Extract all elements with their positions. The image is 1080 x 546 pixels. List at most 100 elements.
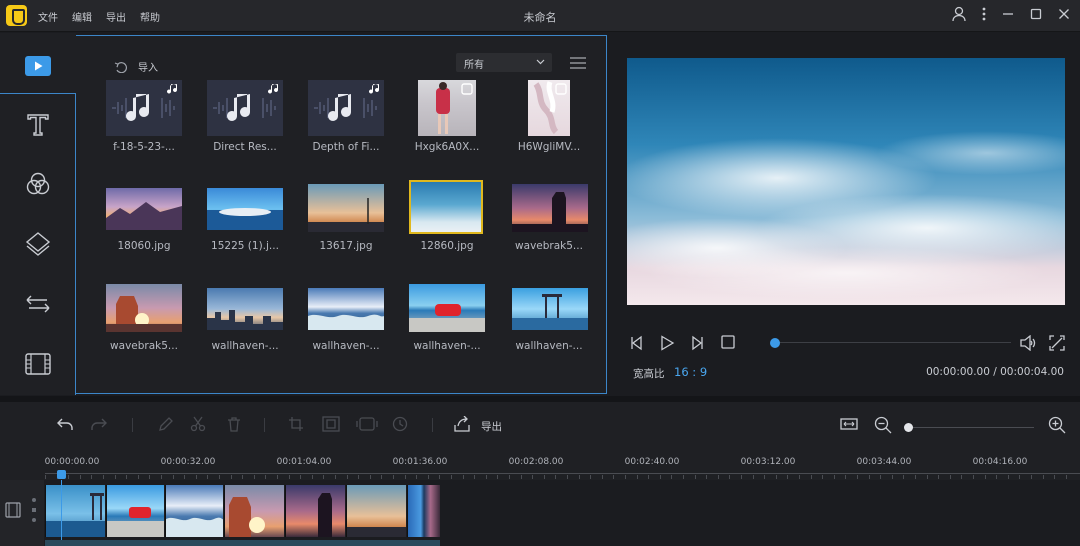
ruler-tick xyxy=(532,475,533,479)
ruler-tick xyxy=(729,475,730,479)
timeline-clip[interactable] xyxy=(165,485,223,537)
ruler-tick xyxy=(625,475,626,479)
fit-timeline-icon[interactable] xyxy=(840,416,858,432)
media-item-image-8[interactable] xyxy=(308,288,384,330)
menu-export[interactable]: 导出 xyxy=(106,9,126,24)
ruler-tick xyxy=(312,475,313,479)
crop-icon[interactable] xyxy=(288,416,304,432)
media-item-label: 15225 (1).j... xyxy=(211,240,279,252)
media-item-image-7[interactable] xyxy=(207,288,283,330)
media-item-audio-3[interactable] xyxy=(308,80,384,136)
export-icon[interactable] xyxy=(453,416,471,432)
tool-media[interactable] xyxy=(0,37,76,95)
progress-knob[interactable] xyxy=(770,338,780,348)
import-button[interactable]: 导入 xyxy=(114,59,158,74)
media-item-image-2[interactable] xyxy=(207,188,283,230)
media-item-image-9[interactable] xyxy=(409,284,485,332)
ruler-tick xyxy=(463,475,464,479)
menu-help[interactable]: 帮助 xyxy=(140,9,160,24)
tool-transitions[interactable] xyxy=(0,275,76,333)
ruler-tick xyxy=(416,475,417,479)
timeline-clip[interactable] xyxy=(285,485,345,537)
redo-icon[interactable] xyxy=(90,416,108,432)
media-item-label: wavebrak5... xyxy=(110,340,178,352)
zoom-slider-knob[interactable] xyxy=(904,423,913,432)
user-icon[interactable] xyxy=(952,6,966,22)
menu-edit[interactable]: 编辑 xyxy=(72,9,92,24)
timeline-toolbar: 导出 xyxy=(0,402,1080,448)
media-item-audio-2[interactable] xyxy=(207,80,283,136)
mosaic-icon[interactable] xyxy=(356,416,378,432)
ruler-tick xyxy=(834,475,835,479)
track-header xyxy=(0,480,44,546)
more-icon[interactable] xyxy=(982,7,986,21)
menu-file[interactable]: 文件 xyxy=(38,9,58,24)
next-frame-icon[interactable] xyxy=(689,335,705,351)
timeline-clip[interactable] xyxy=(106,485,164,537)
playhead-handle[interactable] xyxy=(57,470,66,479)
audio-track-strip[interactable] xyxy=(45,540,440,546)
zoom-out-icon[interactable] xyxy=(874,416,892,434)
ruler-tick xyxy=(1066,475,1067,479)
timeline-clip[interactable] xyxy=(224,485,284,537)
timeline-ruler[interactable]: 00:00:00.00 00:00:32.00 00:01:04.00 00:0… xyxy=(0,448,1080,480)
fullscreen-icon[interactable] xyxy=(1049,335,1065,351)
media-item-label: Hxgk6A0X... xyxy=(414,141,480,153)
maximize-icon[interactable] xyxy=(1030,8,1042,20)
media-item-image-4-selected[interactable] xyxy=(409,180,483,234)
clip-thumbnail xyxy=(229,497,265,537)
list-view-icon[interactable] xyxy=(570,57,586,69)
media-library-panel: 导入 所有 f-18-5-23-... Direct Res... Depth … xyxy=(76,35,607,394)
progress-track[interactable] xyxy=(771,342,1011,343)
photo-red-car-beach xyxy=(409,304,485,332)
tool-filters[interactable] xyxy=(0,155,76,213)
track-visibility-icon[interactable] xyxy=(30,496,38,524)
aspect-ratio-value[interactable]: 16 : 9 xyxy=(674,365,707,379)
undo-icon[interactable] xyxy=(56,416,74,432)
ruler-tick xyxy=(822,475,823,479)
stop-icon[interactable] xyxy=(721,335,735,349)
film-icon xyxy=(25,353,51,375)
ruler-tick xyxy=(845,475,846,479)
media-item-image-1[interactable] xyxy=(106,188,182,230)
play-icon[interactable] xyxy=(659,335,675,351)
media-item-image-6[interactable] xyxy=(106,284,182,332)
timeline-clip[interactable] xyxy=(407,485,440,537)
tool-overlays[interactable] xyxy=(0,215,76,273)
ruler-tick xyxy=(996,475,997,479)
prev-frame-icon[interactable] xyxy=(629,335,645,351)
close-icon[interactable] xyxy=(1058,8,1070,20)
menu-bar: 文件 编辑 导出 帮助 xyxy=(38,9,160,24)
freeze-frame-icon[interactable] xyxy=(322,416,340,432)
ruler-tick xyxy=(718,475,719,479)
zoom-slider-track[interactable] xyxy=(908,427,1034,428)
ruler-tick xyxy=(173,475,174,479)
ruler-tick xyxy=(950,475,951,479)
media-item-audio-1[interactable] xyxy=(106,80,182,136)
ruler-tick xyxy=(973,475,974,479)
media-filter-select[interactable]: 所有 xyxy=(456,53,552,72)
timeline-clip[interactable] xyxy=(346,485,406,537)
tool-sidebar xyxy=(0,33,76,395)
volume-icon[interactable] xyxy=(1019,335,1039,351)
export-button[interactable]: 导出 xyxy=(481,419,502,434)
media-item-image-3[interactable] xyxy=(308,184,384,232)
tool-text[interactable] xyxy=(0,95,76,153)
zoom-in-icon[interactable] xyxy=(1048,416,1066,434)
media-item-image-10[interactable] xyxy=(512,288,588,330)
edit-icon[interactable] xyxy=(158,416,174,432)
ruler-tick xyxy=(370,475,371,479)
ruler-tick xyxy=(892,475,893,479)
delete-icon[interactable] xyxy=(226,416,242,432)
split-icon[interactable] xyxy=(190,416,206,432)
media-item-video-2[interactable] xyxy=(528,80,570,136)
media-item-image-5[interactable] xyxy=(512,184,588,232)
ruler-tick xyxy=(451,475,452,479)
duration-icon[interactable] xyxy=(392,416,408,432)
minimize-icon[interactable] xyxy=(1002,8,1014,20)
preview-canvas xyxy=(627,58,1065,305)
ruler-tick xyxy=(1054,475,1055,479)
tool-elements[interactable] xyxy=(0,335,76,393)
timeline-clip[interactable] xyxy=(45,485,105,537)
media-item-video-1[interactable] xyxy=(418,80,476,136)
